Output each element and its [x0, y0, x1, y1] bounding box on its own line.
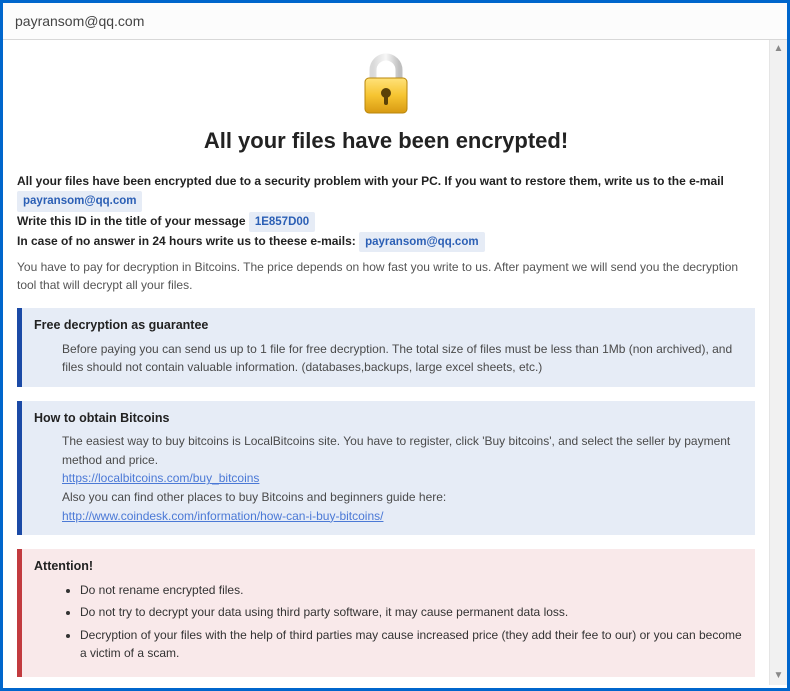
- attention-item: Do not rename encrypted files.: [80, 581, 745, 600]
- obtain-box: How to obtain Bitcoins The easiest way t…: [17, 401, 755, 535]
- intro-line3: In case of no answer in 24 hours write u…: [17, 234, 359, 248]
- window-frame: payransom@qq.com: [0, 0, 790, 691]
- payment-line: You have to pay for decryption in Bitcoi…: [17, 258, 755, 294]
- document-body: All your files have been encrypted! All …: [3, 40, 769, 685]
- intro-line1: All your files have been encrypted due t…: [17, 174, 724, 188]
- intro-block: All your files have been encrypted due t…: [17, 172, 755, 252]
- window-title: payransom@qq.com: [15, 13, 144, 29]
- guarantee-body: Before paying you can send us up to 1 fi…: [62, 340, 745, 377]
- id-badge: 1E857D00: [249, 212, 315, 232]
- guarantee-title: Free decryption as guarantee: [34, 316, 745, 335]
- email-badge-2: payransom@qq.com: [359, 232, 484, 252]
- obtain-title: How to obtain Bitcoins: [34, 409, 745, 428]
- headline: All your files have been encrypted!: [17, 128, 755, 154]
- obtain-line2: Also you can find other places to buy Bi…: [62, 488, 745, 507]
- scroll-down-arrow-icon[interactable]: ▼: [770, 667, 787, 685]
- attention-list: Do not rename encrypted files. Do not tr…: [66, 581, 745, 663]
- attention-item: Do not try to decrypt your data using th…: [80, 603, 745, 622]
- lock-icon-wrap: [17, 52, 755, 122]
- obtain-link-1[interactable]: https://localbitcoins.com/buy_bitcoins: [62, 471, 259, 485]
- obtain-link-2[interactable]: http://www.coindesk.com/information/how-…: [62, 509, 383, 523]
- email-badge-1: payransom@qq.com: [17, 191, 142, 211]
- attention-item: Decryption of your files with the help o…: [80, 626, 745, 663]
- attention-box: Attention! Do not rename encrypted files…: [17, 549, 755, 677]
- window-titlebar: payransom@qq.com: [3, 3, 787, 40]
- scroll-up-arrow-icon[interactable]: ▲: [770, 40, 787, 58]
- lock-icon: [357, 52, 415, 117]
- content-wrap: All your files have been encrypted! All …: [3, 40, 787, 685]
- intro-line2: Write this ID in the title of your messa…: [17, 214, 249, 228]
- vertical-scrollbar[interactable]: ▲ ▼: [769, 40, 787, 685]
- guarantee-box: Free decryption as guarantee Before payi…: [17, 308, 755, 387]
- attention-title: Attention!: [34, 557, 745, 576]
- obtain-line1: The easiest way to buy bitcoins is Local…: [62, 432, 745, 469]
